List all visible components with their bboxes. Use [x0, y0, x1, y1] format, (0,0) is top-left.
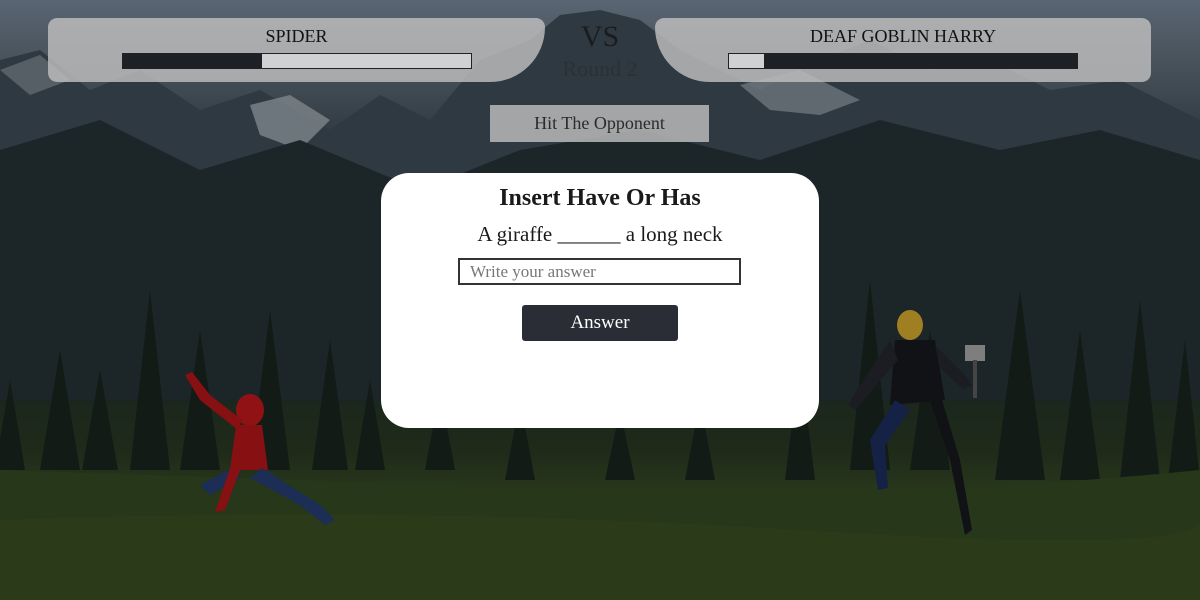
question-sentence: A giraffe ______ a long neck: [477, 222, 723, 246]
hit-opponent-button[interactable]: Hit The Opponent: [490, 105, 709, 142]
opponent-health-bar: [728, 53, 1078, 69]
player-status-panel: SPIDER: [48, 18, 545, 82]
opponent-name: DEAF GOBLIN HARRY: [809, 26, 996, 46]
player-name: SPIDER: [265, 26, 328, 46]
player-health-fill: [123, 54, 263, 68]
opponent-health-fill: [763, 54, 1077, 68]
answer-button[interactable]: Answer: [522, 305, 678, 341]
answer-input[interactable]: [458, 258, 741, 285]
question-dialog: Insert Have Or Has A giraffe ______ a lo…: [381, 173, 819, 428]
round-label: Round 2: [562, 56, 638, 81]
vs-label: VS: [580, 20, 620, 53]
player-health-bar: [122, 53, 472, 69]
question-title: Insert Have Or Has: [499, 185, 701, 211]
opponent-status-panel: DEAF GOBLIN HARRY: [655, 18, 1151, 82]
